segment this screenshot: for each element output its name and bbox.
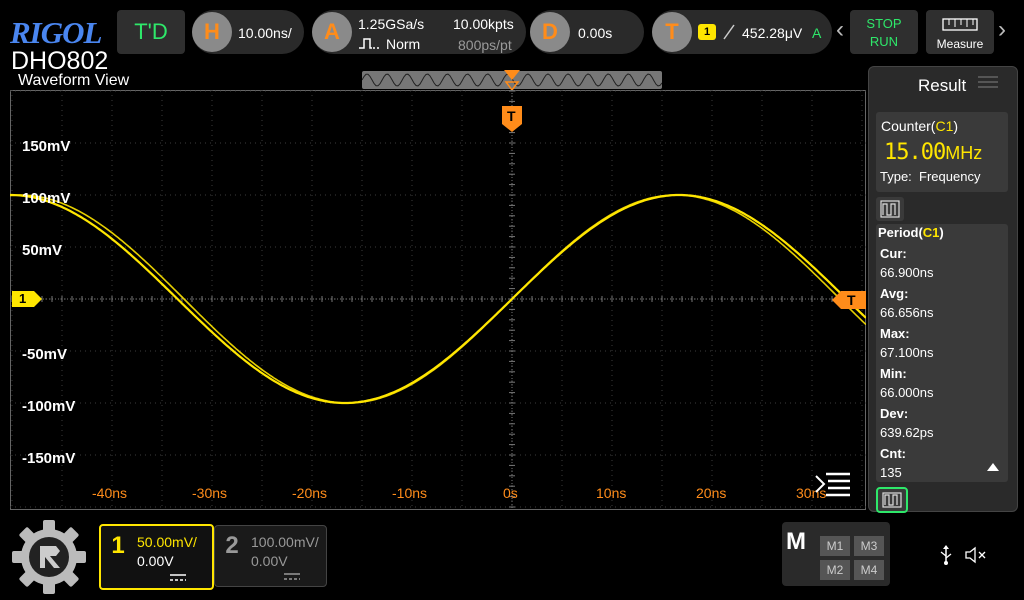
- y-label-neg50mv: -50mV: [22, 346, 68, 363]
- x-label-10ns: 10ns: [596, 485, 627, 501]
- measure-item-button-active[interactable]: [876, 487, 908, 513]
- period-avg-value: 66.656ns: [880, 305, 934, 320]
- waveform-view-title: Waveform View: [18, 72, 130, 89]
- period-max-value: 67.100ns: [880, 345, 934, 360]
- result-title: Result: [918, 76, 967, 95]
- delay-letter: D: [530, 12, 570, 52]
- x-label-neg20ns: -20ns: [292, 485, 328, 501]
- rising-edge-icon: [723, 24, 735, 40]
- period-dev-value: 639.62ps: [880, 425, 934, 440]
- trigger-source-badge: 1: [698, 24, 716, 40]
- trigger-position-marker[interactable]: [504, 70, 520, 92]
- period-cur-label: Cur:: [880, 246, 907, 261]
- trigger-time-marker[interactable]: T: [502, 106, 522, 132]
- ch1-settings-box[interactable]: 1 50.00mV/ 0.00V: [99, 524, 214, 590]
- counter-title: Counter(C1): [881, 118, 959, 134]
- usb-icon: [940, 545, 952, 565]
- measurement-icon: [880, 200, 900, 218]
- measurement-icon: [882, 492, 902, 508]
- chevron-left-icon[interactable]: ‹: [836, 16, 844, 44]
- x-label-0s: 0s: [503, 485, 518, 501]
- stop-run-button[interactable]: STOP RUN: [850, 10, 918, 54]
- y-label-neg100mv: -100mV: [22, 398, 76, 415]
- y-label-neg150mv: -150mV: [22, 450, 76, 467]
- period-max-label: Max:: [880, 326, 910, 341]
- ch1-marker-label: 1: [19, 291, 27, 306]
- ch1-number: 1: [111, 532, 125, 559]
- model-name: DHO802: [11, 47, 109, 75]
- time-resolution: 800ps/pt: [458, 37, 512, 53]
- counter-unit: MHz: [945, 143, 983, 163]
- period-cnt-label: Cnt:: [880, 446, 906, 461]
- math-panel[interactable]: M M1 M3 M2 M4: [782, 522, 890, 586]
- ch1-trace-ghost: [10, 194, 866, 404]
- home-gear-icon[interactable]: [10, 518, 88, 596]
- period-min-label: Min:: [880, 366, 907, 381]
- run-label: RUN: [869, 34, 899, 49]
- ch2-offset: 0.00V: [251, 553, 288, 569]
- y-label-150mv: 150mV: [22, 138, 71, 155]
- x-label-neg40ns: -40ns: [92, 485, 128, 501]
- trigger-time-label: T: [507, 108, 516, 124]
- y-label-100mv: 100mV: [22, 190, 71, 207]
- measure-button[interactable]: Measure: [926, 10, 994, 54]
- menu-lines-icon[interactable]: [814, 470, 852, 498]
- horizontal-scale: 10.00ns/: [238, 25, 292, 41]
- ch2-settings-box[interactable]: 2 100.00mV/ 0.00V: [214, 525, 327, 587]
- counter-type: Type: Frequency: [880, 169, 981, 184]
- trigger-level-label: T: [847, 292, 856, 308]
- waveform-grid[interactable]: [10, 90, 866, 510]
- period-title: Period(C1): [878, 225, 944, 240]
- period-cnt-value: 135: [880, 465, 902, 480]
- math-m4-button[interactable]: M4: [854, 560, 884, 580]
- math-m2-button[interactable]: M2: [820, 560, 850, 580]
- math-m1-button[interactable]: M1: [820, 536, 850, 556]
- delay-value: 0.00s: [578, 25, 613, 41]
- dc-coupling-icon: [284, 573, 300, 580]
- period-avg-label: Avg:: [880, 286, 909, 301]
- dc-coupling-icon: [170, 574, 186, 581]
- x-label-neg10ns: -10ns: [392, 485, 428, 501]
- measure-label: Measure: [936, 37, 984, 51]
- rigol-logo: RIGOL: [10, 15, 102, 50]
- memory-depth: 10.00kpts: [453, 16, 514, 32]
- horizontal-letter: H: [192, 12, 232, 52]
- ruler-icon: [942, 18, 978, 31]
- result-menu-icon[interactable]: [978, 74, 998, 90]
- ch1-offset-marker[interactable]: 1: [12, 291, 42, 307]
- measure-item-button[interactable]: [876, 197, 904, 221]
- x-label-neg30ns: -30ns: [192, 485, 228, 501]
- collapse-up-icon[interactable]: [986, 462, 1000, 472]
- sample-rate: 1.25GSa/s: [358, 16, 425, 32]
- y-label-50mv: 50mV: [22, 242, 63, 259]
- trigger-status: A: [812, 25, 822, 41]
- acquire-mode: Norm: [386, 36, 421, 52]
- acquire-letter: A: [312, 12, 352, 52]
- counter-reading: 15.00MHz: [884, 140, 982, 165]
- math-label: M: [786, 528, 806, 555]
- trigger-level: 452.28μV: [742, 25, 803, 41]
- ch1-trace: [10, 193, 866, 405]
- period-cur-value: 66.900ns: [880, 265, 934, 280]
- trigger-level-marker[interactable]: T: [832, 291, 866, 309]
- acquire-mode-icon: [359, 38, 379, 49]
- period-dev-label: Dev:: [880, 406, 909, 421]
- chevron-right-icon[interactable]: ›: [998, 16, 1006, 44]
- counter-value: 15.00: [884, 140, 946, 165]
- ch1-offset: 0.00V: [137, 553, 174, 569]
- ch2-scale: 100.00mV/: [251, 534, 319, 550]
- trigger-letter: T: [652, 12, 692, 52]
- x-label-20ns: 20ns: [696, 485, 727, 501]
- math-m3-button[interactable]: M3: [854, 536, 884, 556]
- ch1-scale: 50.00mV/: [137, 534, 197, 550]
- ch2-number: 2: [225, 532, 239, 559]
- speaker-muted-icon[interactable]: [964, 546, 988, 564]
- period-min-value: 66.000ns: [880, 385, 934, 400]
- stop-label: STOP: [866, 16, 902, 31]
- trigger-delay-button[interactable]: T'D: [117, 10, 185, 54]
